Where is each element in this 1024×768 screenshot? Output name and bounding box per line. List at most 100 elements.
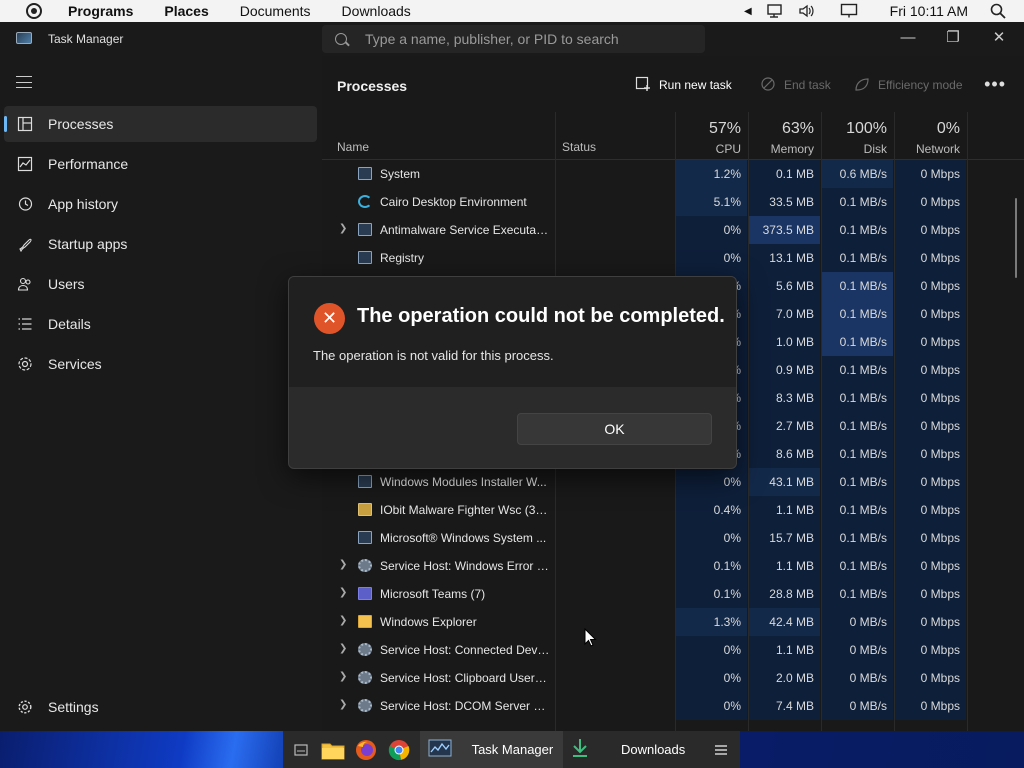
file-explorer-icon[interactable] [319,735,349,765]
table-row[interactable]: ❯ Windows Explorer 1.3% 42.4 MB 0 MB/s 0 Mbps [322,608,1024,636]
taskbar-strip: Task Manager Downloads [283,731,740,768]
sidebar-item-services[interactable]: Services [4,346,317,382]
menu-documents[interactable]: Documents [240,3,311,19]
sidebar-item-details[interactable]: Details [4,306,317,342]
search-icon[interactable] [990,3,1006,19]
column-name[interactable]: Name [337,140,369,154]
scrollbar[interactable] [1015,198,1017,278]
expand-chevron-icon[interactable]: ❯ [339,587,347,598]
search-box[interactable] [322,25,705,53]
efficiency-mode-button[interactable]: Efficiency mode [854,74,963,96]
expand-chevron-icon[interactable]: ❯ [339,223,347,234]
end-task-button[interactable]: End task [760,74,831,96]
memory-percent: 63% [781,120,814,137]
disk-value: 0.1 MB/s [822,328,893,356]
table-row[interactable]: IObit Malware Fighter Wsc (32... 0.4% 1.1 … [322,496,1024,524]
title-bar: Task Manager — ❐ ✕ [0,22,1024,56]
sidebar-item-processes[interactable]: Processes [4,106,317,142]
network-icon[interactable] [766,3,784,19]
process-icon [358,195,372,208]
process-name: Windows Modules Installer W... [380,475,547,489]
ok-button[interactable]: OK [517,413,712,445]
page-title: Processes [337,78,408,94]
sidebar-item-startup-apps[interactable]: Startup apps [4,226,317,262]
process-icon [358,475,372,488]
table-row[interactable]: ❯ Microsoft Teams (7) 0.1% 28.8 MB 0.1 MB/s 0… [322,580,1024,608]
network-value: 0 Mbps [895,496,966,524]
network-value: 0 Mbps [895,552,966,580]
sidebar-item-app-history[interactable]: App history [4,186,317,222]
settings-gear-icon [16,698,34,716]
table-row[interactable]: ❯ Service Host: Connected Devi... 0% 1.1 MB… [322,636,1024,664]
network-value: 0 Mbps [895,524,966,552]
expand-chevron-icon[interactable]: ❯ [339,615,347,626]
column-disk[interactable]: 100% Disk [822,112,893,160]
taskbar-menu-icon[interactable] [706,735,736,765]
expand-chevron-icon[interactable]: ❯ [339,559,347,570]
expand-chevron-icon[interactable]: ❯ [339,643,347,654]
table-row[interactable]: Registry 0% 13.1 MB 0.1 MB/s 0 Mbps [322,244,1024,272]
disk-value: 0.1 MB/s [822,552,893,580]
table-row[interactable]: Cairo Desktop Environment 5.1% 33.5 MB 0.1 … [322,188,1024,216]
leaf-icon [854,76,870,95]
memory-value: 8.3 MB [749,384,820,412]
disk-value: 0.1 MB/s [822,216,893,244]
chrome-icon[interactable] [384,735,414,765]
volume-icon[interactable] [798,3,816,19]
cairo-menu-icon[interactable] [26,3,42,19]
process-icon [358,251,372,264]
cpu-value: 0% [676,692,747,720]
notification-icon[interactable] [840,3,858,19]
column-cpu[interactable]: 57% CPU [676,112,747,160]
sidebar-item-settings[interactable]: Settings [4,689,317,725]
taskbar-task-label: Downloads [620,742,686,757]
tray-expand-icon[interactable]: ◀ [744,6,752,17]
column-status[interactable]: Status [562,140,596,154]
menu-downloads[interactable]: Downloads [342,3,411,19]
sidebar-item-performance[interactable]: Performance [4,146,317,182]
menu-places[interactable]: Places [164,3,208,19]
memory-value: 1.1 MB [749,496,820,524]
firefox-icon[interactable] [351,735,381,765]
process-icon [358,167,372,180]
hamburger-menu-icon[interactable] [16,76,32,88]
sidebar-item-label: Services [48,356,102,372]
clock[interactable]: Fri 10:11 AM [890,3,968,19]
network-value: 0 Mbps [895,216,966,244]
table-row[interactable]: ❯ Service Host: Windows Error R... 0.1% 1.1… [322,552,1024,580]
close-button[interactable]: ✕ [989,28,1009,48]
memory-value: 15.7 MB [749,524,820,552]
cpu-value: 0% [676,244,747,272]
column-network[interactable]: 0% Network [895,112,966,160]
process-name: Service Host: Connected Devi... [380,643,550,657]
table-row[interactable]: ❯ Antimalware Service Executable 0% 373.5 M… [322,216,1024,244]
cpu-percent: 57% [708,120,741,137]
sidebar-item-users[interactable]: Users [4,266,317,302]
taskbar-downloads[interactable]: Downloads [563,731,706,768]
menu-programs[interactable]: Programs [68,3,133,19]
run-new-task-button[interactable]: Run new task [635,74,732,96]
minimize-button[interactable]: — [898,28,918,48]
table-row[interactable]: ❯ Service Host: Clipboard User S... 0% 2.0 … [322,664,1024,692]
disk-value: 0.1 MB/s [822,272,893,300]
sidebar-item-label: Users [48,276,85,292]
cpu-value: 0% [676,664,747,692]
maximize-button[interactable]: ❐ [943,28,963,48]
column-memory[interactable]: 63% Memory [749,112,820,160]
expand-chevron-icon[interactable]: ❯ [339,671,347,682]
sidebar-item-label: Performance [48,156,129,172]
table-row[interactable]: System 1.2% 0.1 MB 0.6 MB/s 0 Mbps [322,160,1024,188]
cpu-value: 5.1% [676,188,747,216]
efficiency-mode-label: Efficiency mode [878,78,963,92]
more-options-icon[interactable]: ••• [984,74,1006,95]
search-input[interactable] [365,31,685,47]
table-row[interactable]: ❯ Service Host: DCOM Server Pr... 0% 7.4 MB… [322,692,1024,720]
top-menubar: Programs Places Documents Downloads ◀ Fr… [0,0,1024,22]
taskbar-task-manager[interactable]: Task Manager [419,731,563,768]
show-desktop-icon[interactable] [286,735,316,765]
error-icon: ✕ [314,303,345,334]
expand-chevron-icon[interactable]: ❯ [339,699,347,710]
table-row[interactable]: Microsoft® Windows System ... 0% 15.7 MB 0.… [322,524,1024,552]
table-row[interactable]: Windows Modules Installer W... 0% 43.1 MB 0… [322,468,1024,496]
cpu-value: 0% [676,636,747,664]
